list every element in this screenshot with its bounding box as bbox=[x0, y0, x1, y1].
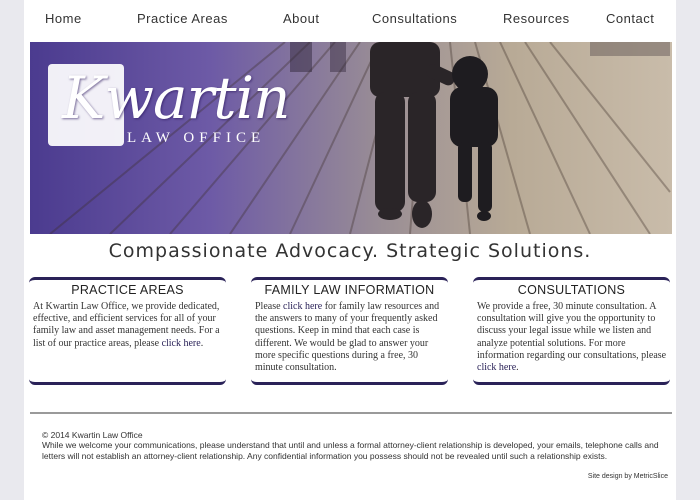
logo-subtitle: LAW OFFICE bbox=[127, 130, 266, 146]
logo-wordmark: Kwartin bbox=[62, 64, 290, 132]
box-text-part: . bbox=[200, 337, 204, 349]
legal-disclaimer: While we welcome your communications, pl… bbox=[42, 440, 659, 461]
nav-home[interactable]: Home bbox=[45, 11, 82, 26]
credit-prefix: Site design by bbox=[587, 473, 634, 480]
box-text: Please click here for family law resourc… bbox=[255, 301, 445, 374]
nav-about[interactable]: About bbox=[283, 11, 319, 26]
box-title: FAMILY LAW INFORMATION bbox=[264, 283, 435, 297]
box-title: PRACTICE AREAS bbox=[71, 283, 184, 297]
box-title: CONSULTATIONS bbox=[517, 283, 626, 297]
tagline: Compassionate Advocacy. Strategic Soluti… bbox=[108, 240, 592, 262]
footer-divider bbox=[30, 412, 672, 414]
box-text-part: We provide a free, 30 minute consultatio… bbox=[477, 301, 667, 361]
practice-areas-link[interactable]: click here bbox=[162, 338, 201, 349]
main-nav: Home Practice Areas About Consultations … bbox=[24, 0, 676, 38]
metricslice-link[interactable]: MetricSlice bbox=[634, 473, 668, 480]
family-law-info-box: FAMILY LAW INFORMATION Please click here… bbox=[251, 277, 448, 385]
copyright: © 2014 Kwartin Law Office bbox=[42, 430, 143, 440]
page: Home Practice Areas About Consultations … bbox=[24, 0, 676, 500]
site-credit: Site design by MetricSlice bbox=[588, 473, 668, 480]
box-text: At Kwartin Law Office, we provide dedica… bbox=[33, 301, 223, 350]
hero-banner: Kwartin LAW OFFICE bbox=[30, 42, 672, 234]
family-law-link[interactable]: click here bbox=[283, 301, 322, 312]
nav-contact[interactable]: Contact bbox=[606, 11, 654, 26]
consultations-box: CONSULTATIONS We provide a free, 30 minu… bbox=[473, 277, 670, 385]
box-text: We provide a free, 30 minute consultatio… bbox=[477, 301, 667, 374]
nav-resources[interactable]: Resources bbox=[503, 11, 570, 26]
nav-practice-areas[interactable]: Practice Areas bbox=[137, 11, 228, 26]
consultations-link[interactable]: click here bbox=[477, 362, 516, 373]
practice-areas-box: PRACTICE AREAS At Kwartin Law Office, we… bbox=[29, 277, 226, 385]
nav-consultations[interactable]: Consultations bbox=[372, 11, 457, 26]
box-text-part: . bbox=[516, 362, 519, 374]
box-text-part: Please bbox=[255, 301, 284, 312]
